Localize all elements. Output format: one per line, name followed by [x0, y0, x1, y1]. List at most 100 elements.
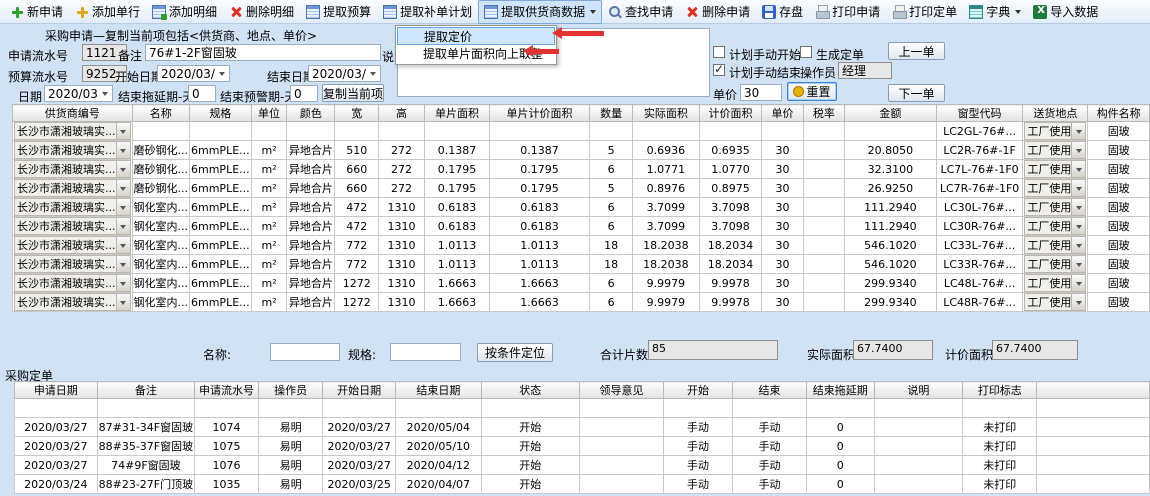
- cell-delivery-place[interactable]: 工厂使用: [1023, 198, 1088, 217]
- cell-remark[interactable]: 87#31-34F窗固玻: [97, 418, 195, 437]
- cell-window-code[interactable]: LC7R-76#-1F0: [936, 179, 1023, 198]
- cell-priced-area[interactable]: 9.9978: [699, 274, 762, 293]
- cell-priced-area[interactable]: 0.8975: [699, 179, 762, 198]
- cell-window-code[interactable]: LC7L-76#-1F0: [936, 160, 1023, 179]
- cell-height[interactable]: 1310: [379, 236, 425, 255]
- cell-supplier-code[interactable]: 长沙市潇湘玻璃实...: [13, 217, 133, 236]
- cell-width[interactable]: 1272: [335, 293, 379, 312]
- cell-status[interactable]: 开始: [481, 418, 579, 437]
- dropdown-arrow-icon[interactable]: [116, 256, 130, 272]
- cell-remark[interactable]: 88#35-37F窗固玻: [97, 437, 195, 456]
- cell-color[interactable]: 异地合片: [287, 217, 335, 236]
- import-data-button[interactable]: 导入数据: [1027, 0, 1104, 24]
- dropdown-arrow-icon[interactable]: [116, 123, 130, 139]
- save-button[interactable]: 存盘: [756, 0, 809, 24]
- cell-operator[interactable]: 易明: [258, 418, 322, 437]
- cell-operator[interactable]: 易明: [258, 399, 322, 418]
- cell-end[interactable]: 手动: [733, 418, 807, 437]
- cell-height[interactable]: 272: [379, 122, 425, 141]
- cell-qty[interactable]: 5: [590, 179, 633, 198]
- locate-by-condition-button[interactable]: 按条件定位: [477, 343, 553, 362]
- chevron-down-icon[interactable]: [215, 66, 229, 81]
- column-header-apply-no[interactable]: 申请流水号: [195, 382, 259, 399]
- cell-unit-price[interactable]: 30: [762, 160, 803, 179]
- cell-name[interactable]: 钢化室内...: [132, 274, 190, 293]
- cell-delivery-place[interactable]: 工厂使用: [1023, 236, 1088, 255]
- operator-field[interactable]: [838, 62, 892, 79]
- cell-part-name[interactable]: 固玻: [1088, 141, 1150, 160]
- dropdown-arrow-icon[interactable]: [116, 142, 130, 158]
- cell-part-name[interactable]: 固玻: [1088, 179, 1150, 198]
- cell-tax-rate[interactable]: [803, 141, 844, 160]
- cell-end-delay[interactable]: 0: [806, 475, 874, 494]
- cell-unit[interactable]: m²: [251, 141, 287, 160]
- prev-order-button[interactable]: 上一单: [888, 42, 945, 60]
- cell-delivery-place[interactable]: 工厂使用: [1023, 255, 1088, 274]
- generate-order-checkbox[interactable]: [800, 46, 812, 58]
- cell-priced-area[interactable]: 18.2034: [699, 255, 762, 274]
- cell-height[interactable]: 1310: [379, 274, 425, 293]
- cell-amount[interactable]: 26.9250: [845, 179, 937, 198]
- cell-spec[interactable]: 6mmPLE...: [190, 236, 252, 255]
- cell-width[interactable]: 772: [335, 236, 379, 255]
- cell-end-delay[interactable]: 0: [806, 399, 874, 418]
- cell-delivery-place[interactable]: 工厂使用: [1023, 274, 1088, 293]
- unit-price-field[interactable]: [740, 84, 782, 101]
- cell-unit[interactable]: m²: [251, 160, 287, 179]
- cell-delivery-place[interactable]: 工厂使用: [1023, 141, 1088, 160]
- column-header-supplier-code[interactable]: 供货商编号: [13, 105, 133, 122]
- cell-tax-rate[interactable]: [803, 198, 844, 217]
- table-row[interactable]: 长沙市潇湘玻璃实...磨砂钢化...6mmPLE...m²异地合片5102720…: [13, 141, 1150, 160]
- remark-field[interactable]: [145, 44, 381, 61]
- table-row[interactable]: 长沙市潇湘玻璃实...钢化室内...6mmPLE...m²异地合片7721310…: [13, 255, 1150, 274]
- cell-unit-price[interactable]: 30: [762, 179, 803, 198]
- cell-piece-priced-area[interactable]: 1.0113: [490, 255, 590, 274]
- cell-piece-priced-area[interactable]: 0.1795: [490, 160, 590, 179]
- cell-actual-area[interactable]: 18.2038: [633, 255, 699, 274]
- cell-amount[interactable]: 546.1020: [845, 236, 937, 255]
- column-header-end-delay[interactable]: 结束拖延期: [806, 382, 874, 399]
- chevron-down-icon[interactable]: [590, 10, 596, 17]
- cell-tax-rate[interactable]: [803, 160, 844, 179]
- cell-end-date[interactable]: 2020/05/04: [396, 418, 482, 437]
- cell-color[interactable]: 异地合片: [287, 236, 335, 255]
- table-row[interactable]: 长沙市潇湘玻璃实...钢化室内...6mmPLE...m²异地合片4721310…: [13, 198, 1150, 217]
- cell-piece-priced-area[interactable]: 1.6663: [490, 274, 590, 293]
- column-header-piece-area[interactable]: 单片面积: [424, 105, 489, 122]
- cell-actual-area[interactable]: 0.6936: [633, 141, 699, 160]
- cell-piece-priced-area[interactable]: 0.1795: [490, 179, 590, 198]
- cell-color[interactable]: 异地合片: [287, 141, 335, 160]
- cell-piece-area[interactable]: 1.6663: [424, 293, 489, 312]
- column-header-start-date[interactable]: 开始日期: [323, 382, 396, 399]
- table-row[interactable]: 长沙市潇湘玻璃实...磨砂钢化...6mmPLE...m²异地合片6602720…: [13, 179, 1150, 198]
- cell-spec[interactable]: 6mmPLE...: [190, 274, 252, 293]
- column-header-width[interactable]: 宽: [335, 105, 379, 122]
- dropdown-arrow-icon[interactable]: [1071, 123, 1085, 139]
- cell-amount[interactable]: 546.1020: [845, 255, 937, 274]
- cell-piece-priced-area[interactable]: 1.0113: [490, 236, 590, 255]
- cell-end[interactable]: 手动: [733, 456, 807, 475]
- cell-unit[interactable]: m²: [251, 179, 287, 198]
- extract-budget-button[interactable]: 提取预算: [300, 0, 377, 24]
- dropdown-arrow-icon[interactable]: [1071, 218, 1085, 234]
- cell-actual-area[interactable]: 9.9979: [633, 274, 699, 293]
- end-warning-field[interactable]: [290, 85, 318, 102]
- cell-window-code[interactable]: LC48R-76#...: [936, 293, 1023, 312]
- column-header-status[interactable]: 状态: [481, 382, 579, 399]
- cell-apply-date[interactable]: 2020/03/27: [15, 399, 98, 418]
- dropdown-arrow-icon[interactable]: [1071, 199, 1085, 215]
- cell-qty[interactable]: 5: [590, 141, 633, 160]
- cell-actual-area[interactable]: 9.9979: [633, 293, 699, 312]
- cell-color[interactable]: 异地合片: [287, 160, 335, 179]
- cell-print-flag[interactable]: 未打印: [963, 456, 1037, 475]
- cell-unit[interactable]: m²: [251, 274, 287, 293]
- column-header-filler[interactable]: [1037, 382, 1150, 399]
- cell-piece-priced-area[interactable]: 0.6183: [490, 217, 590, 236]
- cell-end-delay[interactable]: 0: [806, 418, 874, 437]
- cell-unit[interactable]: m²: [251, 236, 287, 255]
- cell-priced-area[interactable]: 1.0770: [699, 160, 762, 179]
- column-header-piece-priced-area[interactable]: 单片计价面积: [490, 105, 590, 122]
- cell-amount[interactable]: 37.4490: [845, 122, 937, 141]
- dropdown-arrow-icon[interactable]: [116, 199, 130, 215]
- cell-width[interactable]: 1272: [335, 274, 379, 293]
